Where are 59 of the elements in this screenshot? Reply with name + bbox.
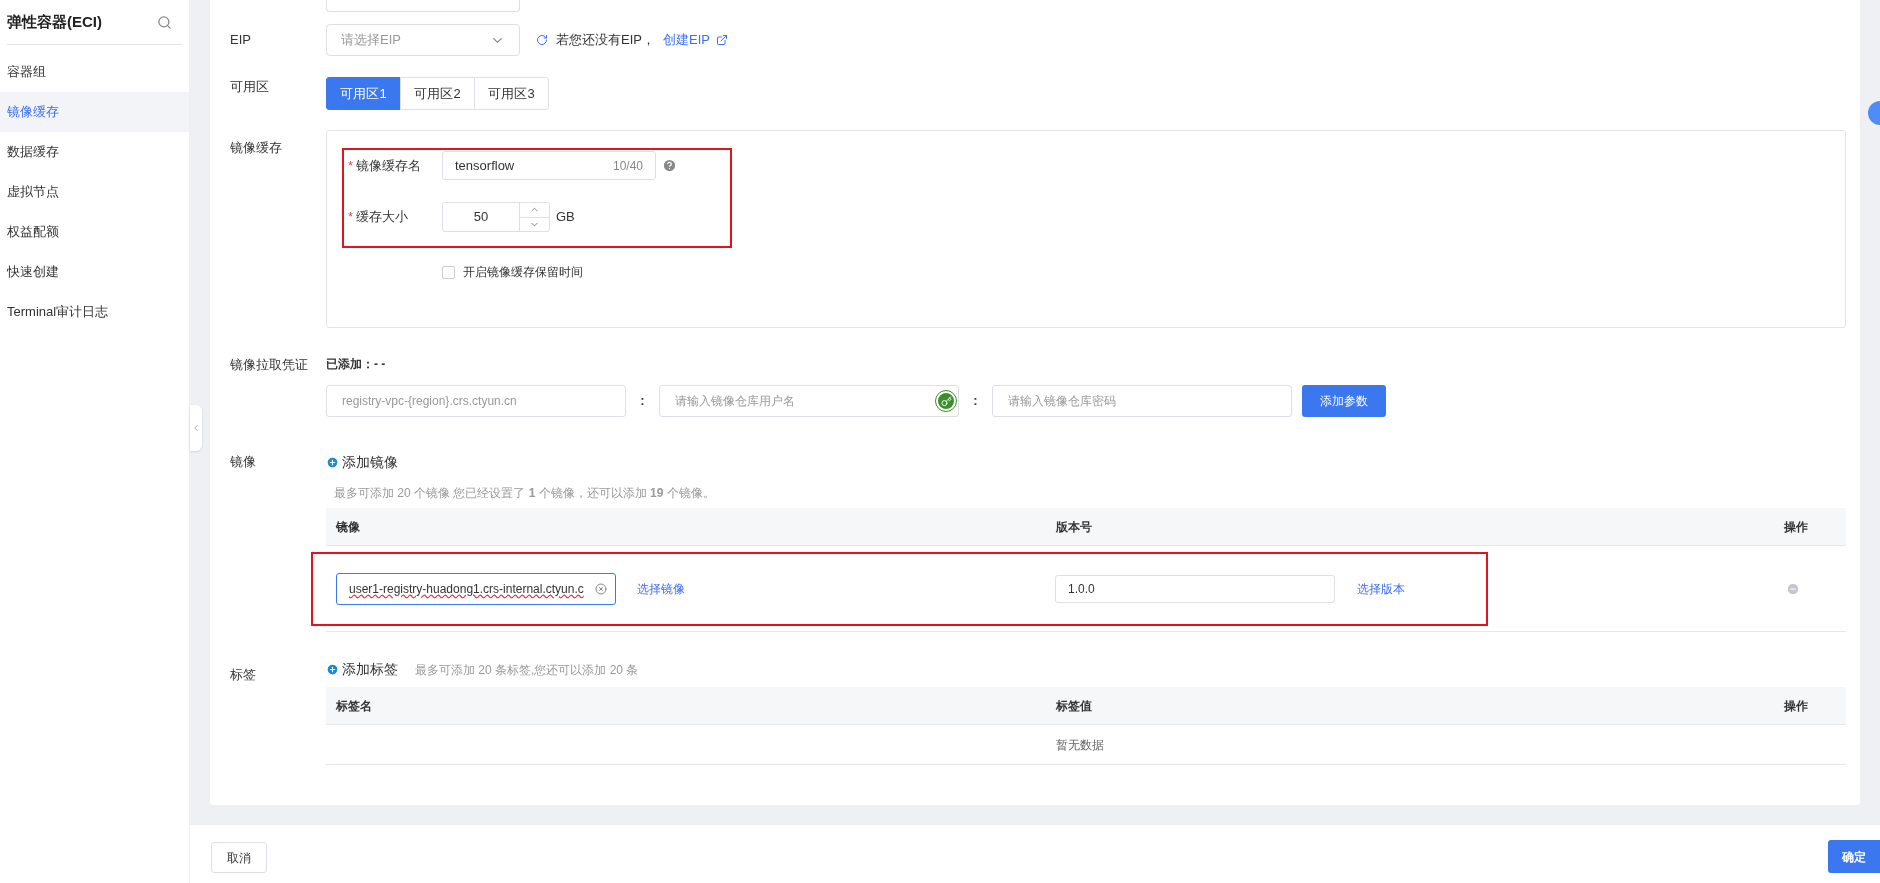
sidebar-item[interactable]: 虚拟节点 [0, 172, 189, 212]
sidebar-item[interactable]: Terminal审计日志 [0, 292, 189, 332]
field-label: 可用区 [230, 79, 269, 94]
retention-checkbox[interactable] [442, 265, 455, 279]
field-label: EIP [230, 32, 251, 48]
tag-limit-hint: 最多可添加 20 条标签,您还可以添加 20 条 [415, 661, 639, 679]
zone-tab[interactable]: 可用区3 [474, 77, 549, 110]
search-icon[interactable] [157, 14, 172, 30]
external-link-icon[interactable] [715, 34, 728, 46]
password-input[interactable]: 请输入镜像仓库密码 [992, 385, 1292, 417]
plus-circle-icon [326, 663, 339, 676]
collapse-handle[interactable] [190, 405, 202, 451]
sidebar-title: 弹性容器(ECI) [7, 11, 102, 32]
add-parameter-button[interactable]: 添加参数 [1302, 385, 1386, 417]
required-mark: * [348, 156, 355, 175]
plus-circle-icon [326, 456, 339, 469]
checkbox-label: 开启镜像缓存保留时间 [463, 264, 583, 281]
image-input[interactable]: user1-registry-huadong1.crs-internal.ctyun.c [336, 572, 616, 605]
zone-tab[interactable]: 可用区2 [400, 77, 475, 110]
eip-note: 若您还没有EIP， [556, 31, 655, 50]
add-tag-button[interactable]: 添加标签 [326, 659, 398, 680]
sidebar-item[interactable]: 权益配额 [0, 212, 189, 252]
separator: : [639, 392, 646, 411]
username-input[interactable]: 请输入镜像仓库用户名 [659, 385, 959, 417]
image-limit-hint: 最多可添加 20 个镜像 您已经设置了 1 个镜像，还可以添加 19 个镜像。 [334, 485, 716, 502]
sidebar-item[interactable]: 数据缓存 [0, 132, 189, 172]
field-label: 标签 [230, 667, 256, 682]
char-counter: 10/40 [612, 157, 643, 175]
remove-icon[interactable] [1786, 581, 1800, 596]
refresh-icon[interactable] [536, 34, 548, 46]
input-field[interactable] [326, 0, 520, 12]
select-version-link[interactable]: 选择版本 [1357, 579, 1405, 598]
create-eip-link[interactable]: 创建EIP [662, 30, 710, 50]
zone-tab[interactable]: 可用区1 [326, 77, 401, 110]
add-image-button[interactable]: 添加镜像 [326, 452, 398, 473]
sidebar-item[interactable]: 容器组 [0, 52, 189, 92]
field-label: 镜像 [230, 454, 256, 469]
cancel-button[interactable]: 取消 [211, 842, 267, 873]
sidebar-item[interactable]: 镜像缓存 [0, 92, 189, 132]
registry-input[interactable]: registry-vpc-{region}.crs.ctyun.cn [326, 385, 626, 417]
key-icon[interactable] [936, 391, 956, 411]
help-icon[interactable] [662, 158, 677, 173]
added-credentials: 已添加：- - [326, 356, 387, 373]
sidebar-item[interactable]: 快速创建 [0, 252, 189, 292]
clear-icon[interactable] [595, 582, 607, 595]
field-label: 镜像拉取凭证 [230, 357, 308, 372]
field-label: 缓存大小 [356, 208, 409, 227]
confirm-button[interactable]: 确定 [1828, 840, 1880, 873]
separator: : [972, 392, 979, 411]
cache-name-field[interactable]: tensorflow 10/40 [442, 151, 656, 180]
field-label: 镜像缓存 [230, 140, 282, 155]
unit-label: GB [556, 208, 575, 227]
table-header: 标签名 标签值 操作 [326, 687, 1846, 725]
version-input[interactable]: 1.0.0 [1055, 574, 1335, 603]
table-header: 镜像 版本号 操作 [326, 508, 1846, 546]
field-label: 镜像缓存名 [356, 156, 422, 175]
select-image-link[interactable]: 选择镜像 [637, 579, 685, 598]
required-mark: * [348, 208, 355, 227]
empty-table-text: 暂无数据 [1056, 736, 1104, 754]
